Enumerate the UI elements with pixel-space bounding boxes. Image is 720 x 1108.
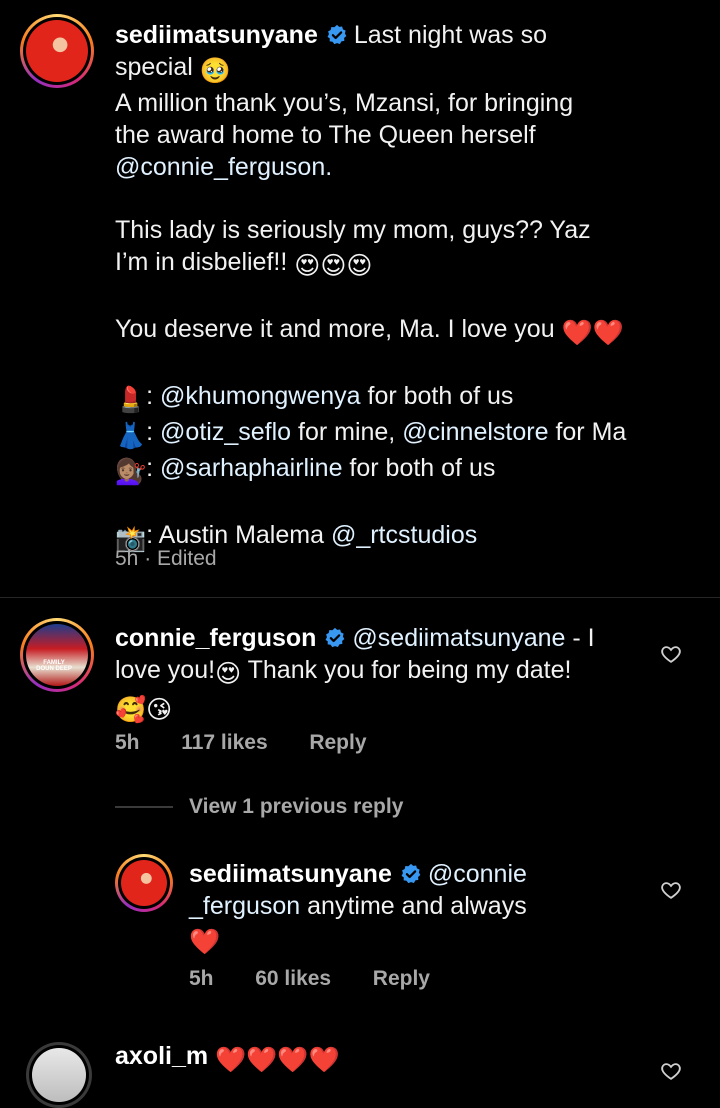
haircut-emoji: 💇🏽‍♀️ <box>115 458 147 486</box>
caption-avatar[interactable] <box>20 14 94 88</box>
verified-icon <box>327 24 347 45</box>
reply1-reply-button[interactable]: Reply <box>373 967 430 990</box>
caption-edited: Edited <box>157 547 217 570</box>
avatar-caption-text: FAMILY DOUN DEEP <box>36 660 72 672</box>
like-heart-icon[interactable] <box>660 643 682 665</box>
like-heart-icon[interactable] <box>660 879 682 901</box>
red-heart-emoji: ❤️ <box>561 319 593 347</box>
comment1-time: 5h <box>115 731 140 754</box>
comment1-meta: 5h 117 likes Reply <box>115 731 367 755</box>
reply1-avatar[interactable] <box>115 854 173 912</box>
caption-time: 5h <box>115 547 139 570</box>
caption-meta: 5h · Edited <box>115 547 217 570</box>
dress-emoji: 👗 <box>115 422 147 450</box>
comment1-mention[interactable]: @sediimatsunyane <box>352 624 565 652</box>
comment1-reply-button[interactable]: Reply <box>309 731 366 754</box>
verified-icon <box>325 627 345 648</box>
caption-divider <box>0 597 720 598</box>
red-heart-emoji: ❤️ <box>189 928 221 956</box>
mention-khumongwenya[interactable]: @khumongwenya <box>160 382 361 410</box>
like-heart-icon[interactable] <box>660 1060 682 1082</box>
verified-icon <box>401 863 421 884</box>
caption-username[interactable]: sediimatsunyane <box>115 21 318 49</box>
mention-cinnelstore[interactable]: @cinnelstore <box>402 418 548 446</box>
view-replies-line <box>115 806 173 808</box>
red-heart-emoji: ❤️ <box>215 1046 247 1074</box>
comment1-likes[interactable]: 117 likes <box>181 731 267 754</box>
comment1-username[interactable]: connie_ferguson <box>115 624 316 652</box>
caption-text: sediimatsunyane Last night was so special… <box>115 19 695 555</box>
mention-sarhaphairline[interactable]: @sarhaphairline <box>160 454 342 482</box>
caption-mention-connie[interactable]: @connie_ferguson. <box>115 151 695 183</box>
reply1-likes[interactable]: 60 likes <box>255 967 331 990</box>
reply1-text: sediimatsunyane @connie _ferguson anytime… <box>189 860 527 956</box>
mention-otiz-seflo[interactable]: @otiz_seflo <box>160 418 291 446</box>
comment2-text: axoli_m ❤️❤️❤️❤️ <box>115 1042 340 1074</box>
comment2-avatar[interactable] <box>26 1042 92 1108</box>
kiss-emoji: 😘 <box>146 696 173 724</box>
mention-rtcstudios[interactable]: @_rtcstudios <box>331 521 477 549</box>
comment1-avatar[interactable]: FAMILY DOUN DEEP <box>20 618 94 692</box>
reply1-mention[interactable]: @connie <box>428 860 527 888</box>
reply1-username[interactable]: sediimatsunyane <box>189 860 392 888</box>
reply1-meta: 5h 60 likes Reply <box>189 967 430 991</box>
view-previous-replies[interactable]: View 1 previous reply <box>189 795 403 819</box>
heart-eyes-emoji: 😍 <box>294 252 321 280</box>
comment2-username[interactable]: axoli_m <box>115 1042 208 1070</box>
smiling-hearts-emoji: 🥰 <box>115 696 147 724</box>
reply1-time: 5h <box>189 967 214 990</box>
lipstick-emoji: 💄 <box>115 386 147 414</box>
comment1-text: connie_ferguson @sediimatsunyane - I love… <box>115 624 595 724</box>
heart-eyes-emoji: 😍 <box>215 660 242 688</box>
pleading-face-emoji: 🥹 <box>199 57 231 85</box>
